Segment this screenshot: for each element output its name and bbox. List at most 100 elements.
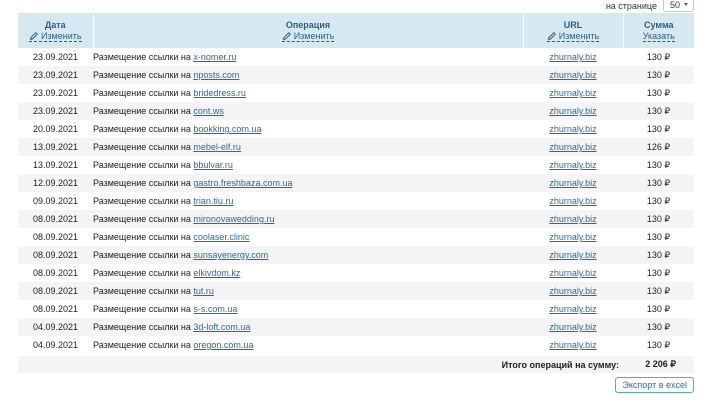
url-link[interactable]: zhurnaly.biz [549, 322, 596, 332]
operation-text: Размещение ссылки на [93, 214, 194, 224]
row-operation: Размещение ссылки на gastro.freshbaza.co… [93, 174, 523, 192]
row-operation: Размещение ссылки на mironovawedding.ru [93, 210, 523, 228]
column-header-url: URL Изменить [523, 13, 624, 48]
url-link[interactable]: zhurnaly.biz [549, 340, 596, 350]
column-title-sum: Сумма [643, 20, 674, 30]
operation-text: Размещение ссылки на [93, 70, 194, 80]
pencil-icon [29, 31, 38, 41]
url-link[interactable]: zhurnaly.biz [549, 124, 596, 134]
site-link[interactable]: coolaser.clinic [193, 232, 249, 242]
column-title-url: URL [563, 20, 583, 30]
table-row: 20.09.2021 Размещение ссылки на bookking.… [18, 120, 694, 138]
row-date: 08.09.2021 [18, 246, 93, 264]
row-operation: Размещение ссылки на coolaser.clinic [93, 228, 523, 246]
url-link[interactable]: zhurnaly.biz [549, 70, 596, 80]
chevron-down-icon [684, 3, 688, 6]
site-link[interactable]: sunsayenergy.com [193, 250, 268, 260]
edit-date-label: Изменить [40, 31, 82, 41]
total-label: Итого операций на сумму: [501, 359, 619, 370]
url-link[interactable]: zhurnaly.biz [549, 214, 596, 224]
row-sum: 130 ₽ [646, 340, 671, 350]
edit-url-label: Изменить [558, 31, 600, 41]
row-operation: Размещение ссылки на bookking.com.ua [93, 120, 523, 138]
url-link[interactable]: zhurnaly.biz [549, 304, 596, 314]
table-row: 04.09.2021 Размещение ссылки на 3d-loft.c… [18, 318, 694, 336]
site-link[interactable]: gastro.freshbaza.com.ua [193, 178, 292, 188]
row-date: 23.09.2021 [18, 66, 93, 84]
row-sum: 130 ₽ [646, 196, 671, 206]
table-row: 08.09.2021 Размещение ссылки на elkivdom.… [18, 264, 694, 282]
operation-text: Размещение ссылки на [93, 160, 194, 170]
site-link[interactable]: cont.ws [193, 106, 224, 116]
site-link[interactable]: trian.tiu.ru [193, 196, 233, 206]
url-link[interactable]: zhurnaly.biz [549, 250, 596, 260]
row-sum: 130 ₽ [646, 304, 671, 314]
row-url: zhurnaly.biz [523, 318, 623, 336]
operation-text: Размещение ссылки на [93, 340, 194, 350]
edit-operation-link[interactable]: Изменить [281, 31, 335, 42]
operation-text: Размещение ссылки на [93, 304, 194, 314]
operation-text: Размещение ссылки на [93, 88, 194, 98]
row-date: 09.09.2021 [32, 196, 79, 206]
row-operation: Размещение ссылки на mebel-elf.ru [93, 138, 523, 156]
url-link[interactable]: zhurnaly.biz [549, 52, 596, 62]
row-url: zhurnaly.biz [523, 192, 623, 210]
table-row: 23.09.2021 Размещение ссылки на bridedres… [18, 84, 694, 102]
row-operation: Размещение ссылки на bridedress.ru [93, 84, 523, 102]
row-operation: Размещение ссылки на tut.ru [93, 282, 523, 300]
row-sum: 130 ₽ [623, 210, 694, 228]
row-date: 04.09.2021 [32, 340, 79, 350]
site-link[interactable]: 3d-loft.com.ua [193, 322, 250, 332]
site-link[interactable]: tut.ru [193, 286, 214, 296]
row-sum: 130 ₽ [646, 52, 671, 62]
row-date: 12.09.2021 [18, 174, 93, 192]
row-sum: 130 ₽ [623, 66, 694, 84]
per-page-select[interactable]: 50 [662, 0, 694, 12]
url-link[interactable]: zhurnaly.biz [549, 142, 596, 152]
row-url: zhurnaly.biz [523, 210, 623, 228]
row-sum: 126 ₽ [623, 138, 694, 156]
site-link[interactable]: bookking.com.ua [193, 124, 261, 134]
total-row: Итого операций на сумму: 2 206 ₽ [18, 356, 694, 373]
row-date: 08.09.2021 [32, 232, 79, 242]
site-link[interactable]: mebel-elf.ru [193, 142, 241, 152]
site-link[interactable]: x-nomer.ru [193, 52, 236, 62]
pencil-icon [282, 31, 291, 41]
table-row: 23.09.2021 Размещение ссылки на nposts.co… [18, 66, 694, 84]
url-link[interactable]: zhurnaly.biz [549, 268, 596, 278]
row-date: 20.09.2021 [32, 124, 79, 134]
row-date: 13.09.2021 [32, 160, 79, 170]
edit-url-link[interactable]: Изменить [546, 31, 600, 42]
pencil-icon [547, 31, 556, 41]
total-value: 2 206 ₽ [645, 359, 676, 369]
edit-date-link[interactable]: Изменить [28, 31, 82, 42]
site-link[interactable]: elkivdom.kz [193, 268, 240, 278]
url-link[interactable]: zhurnaly.biz [549, 106, 596, 116]
site-link[interactable]: s-s.com.ua [193, 304, 237, 314]
operation-text: Размещение ссылки на [93, 52, 194, 62]
row-date: 23.09.2021 [32, 88, 79, 98]
row-operation: Размещение ссылки на bbulvar.ru [93, 156, 523, 174]
url-link[interactable]: zhurnaly.biz [549, 232, 596, 242]
url-link[interactable]: zhurnaly.biz [549, 160, 596, 170]
operation-text: Размещение ссылки на [93, 232, 194, 242]
row-sum: 130 ₽ [646, 88, 671, 98]
url-link[interactable]: zhurnaly.biz [549, 88, 596, 98]
column-header-date: Дата Изменить [18, 13, 94, 48]
url-link[interactable]: zhurnaly.biz [549, 178, 596, 188]
url-link[interactable]: zhurnaly.biz [549, 286, 596, 296]
set-sum-link[interactable]: Указать [642, 31, 675, 42]
row-url: zhurnaly.biz [523, 138, 623, 156]
table-row: 13.09.2021 Размещение ссылки на mebel-elf… [18, 138, 694, 156]
site-link[interactable]: bridedress.ru [193, 88, 246, 98]
row-operation: Размещение ссылки на s-s.com.ua [93, 300, 523, 318]
row-url: zhurnaly.biz [523, 264, 623, 282]
site-link[interactable]: nposts.com [193, 70, 239, 80]
site-link[interactable]: bbulvar.ru [193, 160, 233, 170]
table-row: 13.09.2021 Размещение ссылки на bbulvar.r… [18, 156, 694, 174]
site-link[interactable]: mironovawedding.ru [193, 214, 274, 224]
site-link[interactable]: oregon.com.ua [193, 340, 253, 350]
url-link[interactable]: zhurnaly.biz [549, 196, 596, 206]
row-operation: Размещение ссылки на 3d-loft.com.ua [93, 318, 523, 336]
export-excel-button[interactable]: Экспорт в excel [615, 377, 694, 393]
